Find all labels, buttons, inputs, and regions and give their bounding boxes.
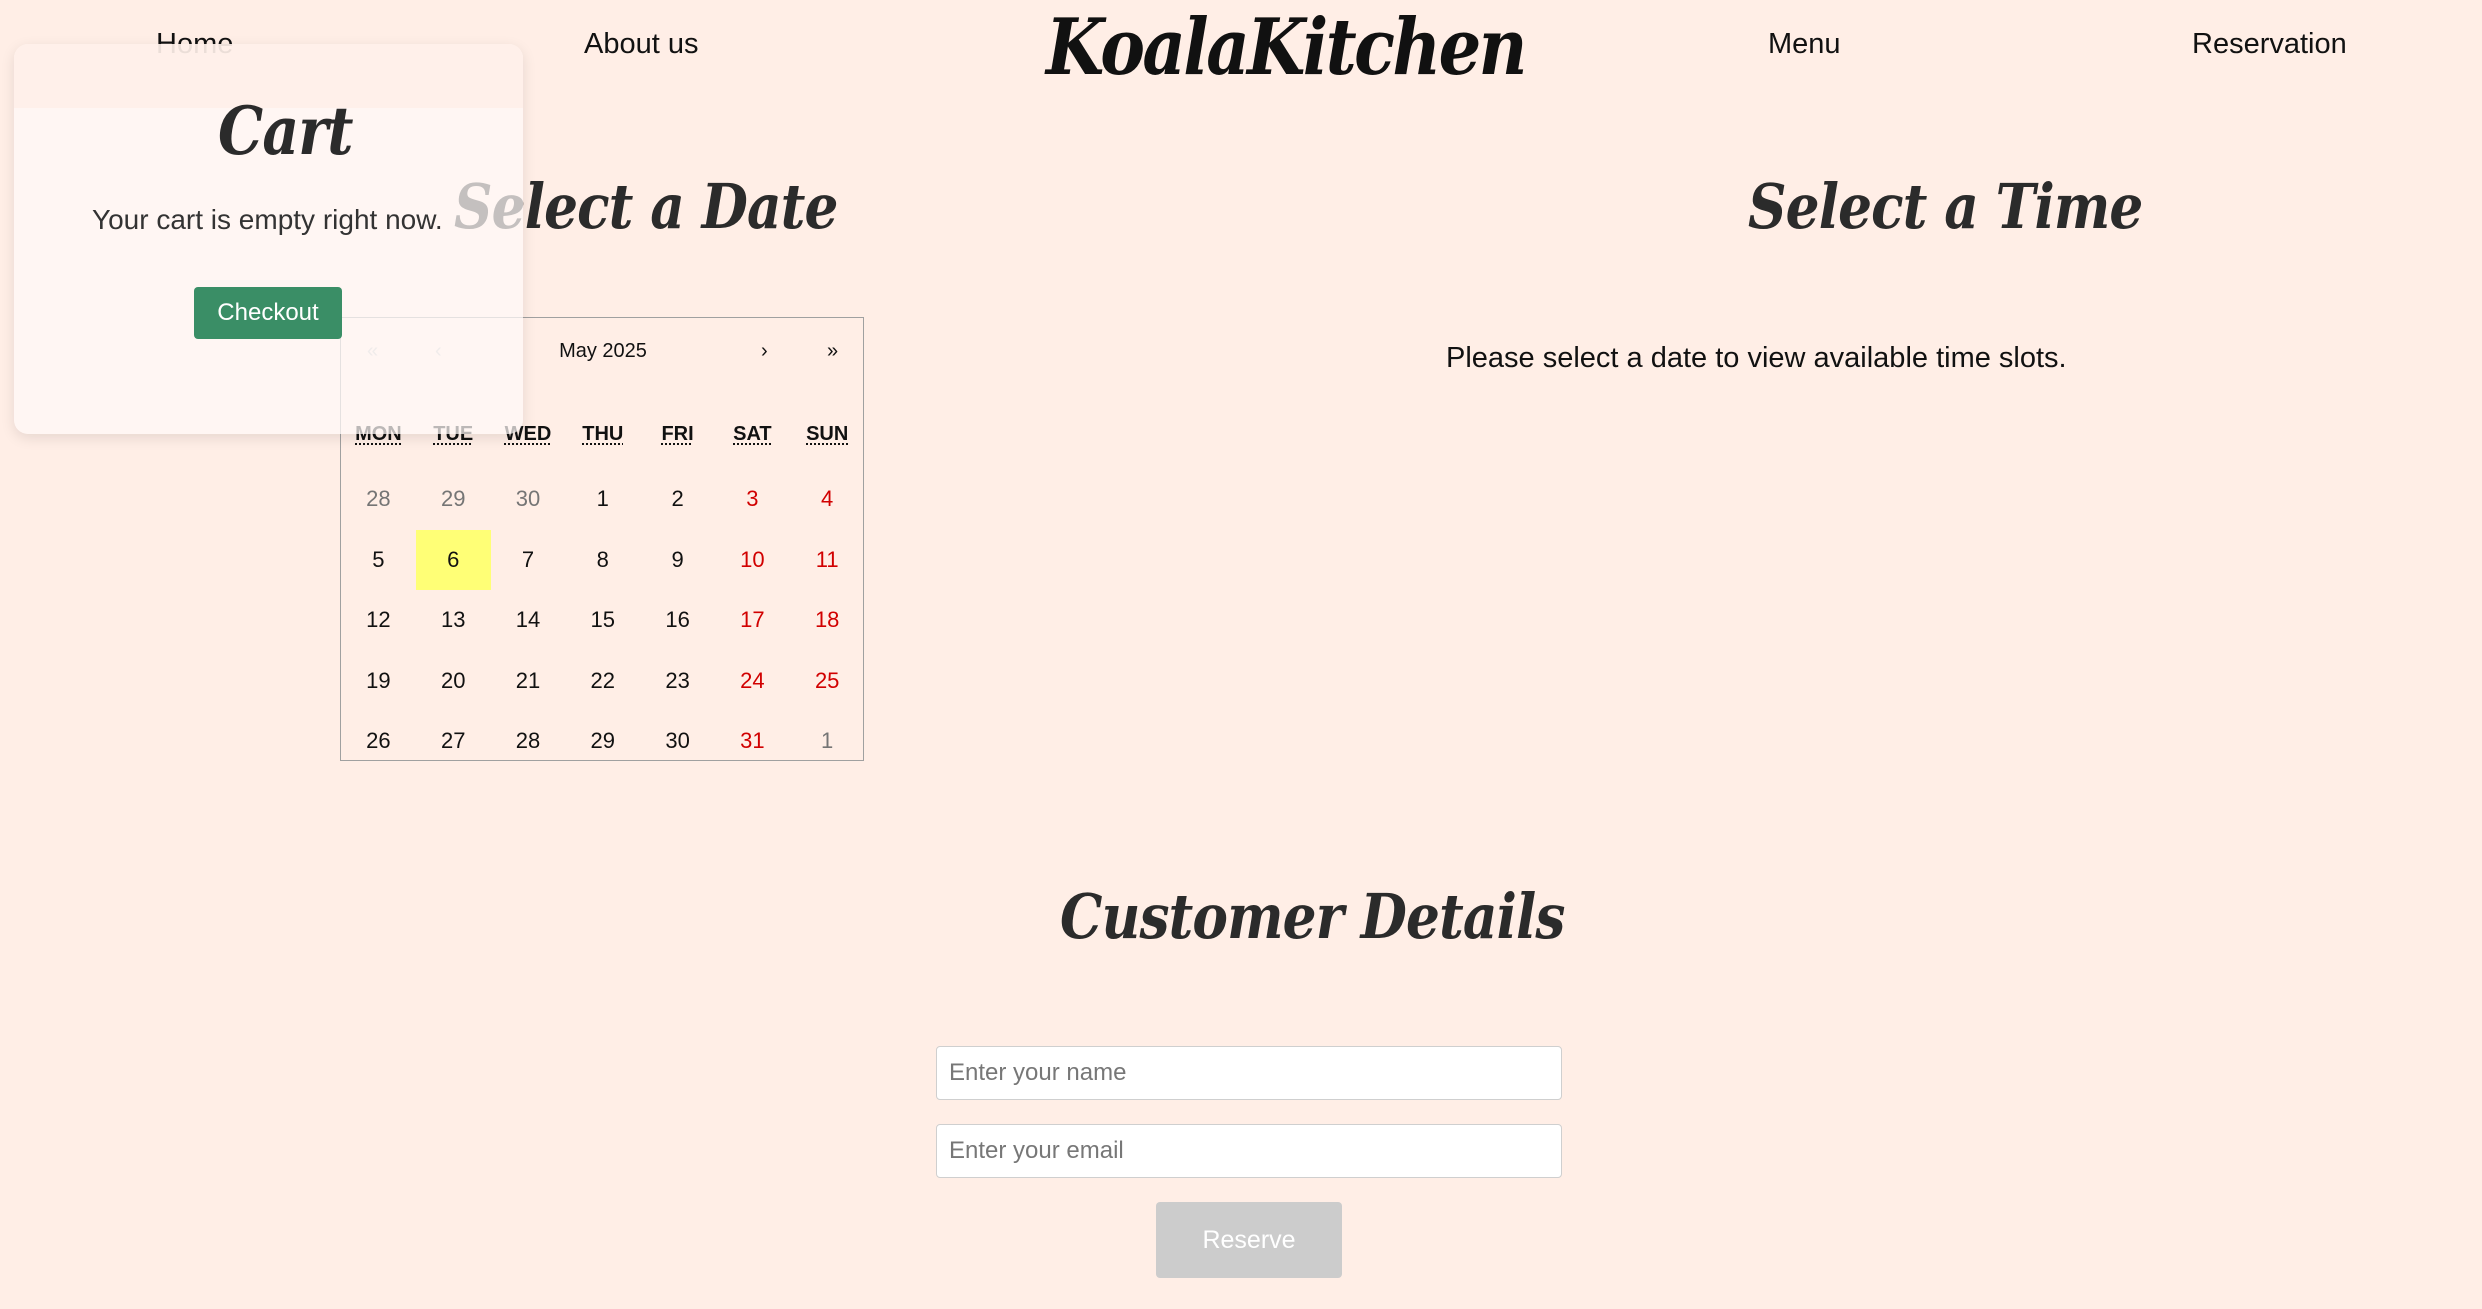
calendar-day[interactable]: 17 bbox=[715, 590, 790, 651]
weekday-label: THU bbox=[582, 423, 624, 445]
calendar-day[interactable]: 19 bbox=[341, 651, 416, 712]
email-input[interactable] bbox=[936, 1124, 1562, 1178]
calendar-next-year-button[interactable]: » bbox=[827, 340, 838, 363]
calendar-day[interactable]: 26 bbox=[341, 711, 416, 772]
calendar-day[interactable]: 16 bbox=[640, 590, 715, 651]
calendar-day[interactable]: 15 bbox=[565, 590, 640, 651]
cart-panel: Cart Your cart is empty right now. Check… bbox=[14, 44, 523, 434]
calendar-day[interactable]: 30 bbox=[491, 469, 566, 530]
time-slots-message: Please select a date to view available t… bbox=[1446, 342, 2067, 374]
calendar-day[interactable]: 29 bbox=[565, 711, 640, 772]
calendar-day[interactable]: 23 bbox=[640, 651, 715, 712]
calendar-day[interactable]: 4 bbox=[790, 469, 865, 530]
nav-reservation-link[interactable]: Reservation bbox=[2192, 28, 2347, 61]
calendar-day[interactable]: 31 bbox=[715, 711, 790, 772]
calendar-day[interactable]: 18 bbox=[790, 590, 865, 651]
weekday-label: FRI bbox=[661, 423, 694, 445]
select-time-heading: Select a Time bbox=[1748, 170, 2143, 243]
checkout-button[interactable]: Checkout bbox=[194, 287, 342, 339]
reserve-button[interactable]: Reserve bbox=[1156, 1202, 1342, 1278]
cart-empty-message: Your cart is empty right now. bbox=[92, 204, 443, 235]
weekday-label: SAT bbox=[733, 423, 772, 445]
calendar-day-today[interactable]: 6 bbox=[415, 529, 491, 590]
calendar-day[interactable]: 9 bbox=[640, 530, 715, 591]
calendar-day[interactable]: 2 bbox=[640, 469, 715, 530]
calendar-day[interactable]: 14 bbox=[491, 590, 566, 651]
calendar-day[interactable]: 1 bbox=[565, 469, 640, 530]
nav-menu-link[interactable]: Menu bbox=[1768, 28, 1841, 61]
name-input[interactable] bbox=[936, 1046, 1562, 1100]
calendar-day[interactable]: 3 bbox=[715, 469, 790, 530]
calendar-day[interactable]: 11 bbox=[790, 530, 865, 591]
calendar-day[interactable]: 29 bbox=[416, 469, 491, 530]
calendar-day[interactable]: 20 bbox=[416, 651, 491, 712]
calendar-day[interactable]: 10 bbox=[715, 530, 790, 591]
cart-title: Cart bbox=[218, 92, 354, 170]
calendar-day[interactable]: 1 bbox=[790, 711, 865, 772]
calendar-day[interactable]: 30 bbox=[640, 711, 715, 772]
calendar-day-grid: 28 29 30 1 2 3 4 5 6 7 8 9 10 11 12 13 14 15 16 17 18 19 20 21 2… bbox=[341, 469, 865, 772]
brand-logo[interactable]: KoalaKitchen bbox=[1046, 2, 1527, 93]
calendar-day[interactable]: 12 bbox=[341, 590, 416, 651]
calendar-day[interactable]: 25 bbox=[790, 651, 865, 712]
calendar-day[interactable]: 28 bbox=[491, 711, 566, 772]
weekday-label: SUN bbox=[806, 423, 849, 445]
calendar-day[interactable]: 5 bbox=[341, 530, 416, 591]
customer-details-heading: Customer Details bbox=[1060, 880, 1565, 953]
calendar-day[interactable]: 7 bbox=[491, 530, 566, 591]
calendar-day[interactable]: 24 bbox=[715, 651, 790, 712]
calendar-day[interactable]: 28 bbox=[341, 469, 416, 530]
calendar-day[interactable]: 8 bbox=[565, 530, 640, 591]
calendar-next-month-button[interactable]: › bbox=[761, 340, 768, 363]
calendar-day[interactable]: 21 bbox=[491, 651, 566, 712]
calendar-day[interactable]: 22 bbox=[565, 651, 640, 712]
calendar-day[interactable]: 13 bbox=[416, 590, 491, 651]
calendar-day[interactable]: 27 bbox=[416, 711, 491, 772]
nav-about-link[interactable]: About us bbox=[584, 28, 698, 61]
